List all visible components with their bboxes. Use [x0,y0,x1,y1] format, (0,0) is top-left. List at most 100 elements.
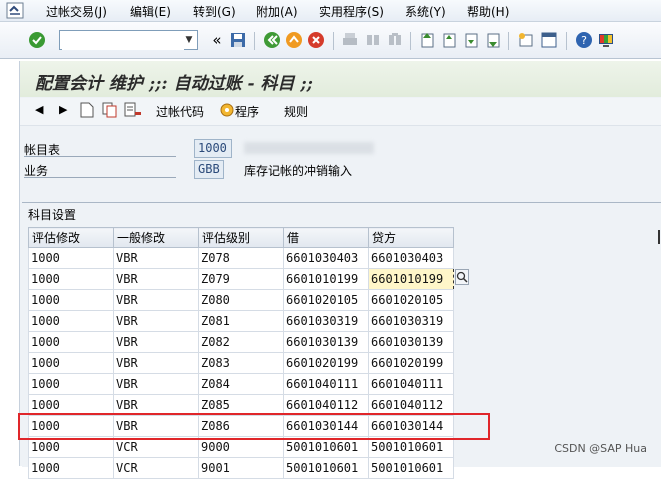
rules-button[interactable]: 规则 [284,103,308,120]
create-session-icon[interactable] [517,31,535,49]
chart-of-accounts-desc [244,142,374,154]
table-cell[interactable]: Z084 [198,373,284,395]
table-cell[interactable]: 1000 [28,457,114,479]
enter-icon[interactable] [28,31,46,49]
table-row[interactable]: 1000 VBR Z079 6601010199 6601010199 [28,268,454,290]
col-general-modifier[interactable]: 一般修改 [113,227,199,248]
table-row[interactable]: 1000 VBR Z083 6601020199 6601020199 [28,352,454,374]
transaction-desc: 库存记帐的冲销输入 [244,164,353,178]
table-cell[interactable]: VBR [113,373,199,395]
table-row[interactable]: 1000 VBR Z084 6601040111 6601040111 [28,373,454,395]
menu-goto[interactable]: 转到(G) [193,3,236,20]
previous-page-icon[interactable] [440,31,458,49]
program-button[interactable]: 程序 [235,103,259,120]
table-cell[interactable]: 6601010199 [283,268,369,290]
layout-menu-icon[interactable] [597,31,615,49]
table-cell[interactable]: 1000 [28,310,114,332]
cancel-icon[interactable] [307,31,325,49]
table-cell[interactable]: VBR [113,268,199,290]
account-table: 评估修改 一般修改 评估级别 借 贷方 1000 VBR Z078 660103040… [28,227,454,479]
table-cell[interactable]: 1000 [28,352,114,374]
table-cell[interactable]: 6601010199 [368,268,454,290]
table-cell[interactable]: 6601030139 [283,331,369,353]
menu-system[interactable]: 系统(Y) [405,3,446,20]
table-row[interactable]: 1000 VCR 9001 5001010601 5001010601 [28,457,454,479]
table-cell[interactable]: 6601020105 [283,289,369,311]
table-cell[interactable]: 6601020199 [283,352,369,374]
col-valuation-class[interactable]: 评估级别 [198,227,284,248]
splitter-handle[interactable] [658,230,660,244]
table-cell[interactable]: 6601030139 [368,331,454,353]
table-cell[interactable]: 1000 [28,331,114,353]
table-row[interactable]: 1000 VBR Z081 6601030319 6601030319 [28,310,454,332]
table-row[interactable]: 1000 VBR Z078 6601030403 6601030403 [28,247,454,269]
table-cell[interactable]: 6601030319 [368,310,454,332]
table-cell[interactable]: 6601030403 [283,247,369,269]
table-cell[interactable]: 6601020199 [368,352,454,374]
svg-text:?: ? [581,34,587,47]
back-icon[interactable] [263,31,281,49]
help-icon[interactable]: ? [575,31,593,49]
table-cell[interactable]: Z078 [198,247,284,269]
menu-edit[interactable]: 编辑(E) [130,3,171,20]
table-row[interactable]: 1000 VBR Z080 6601020105 6601020105 [28,289,454,311]
arrow-left-icon[interactable]: ◀ [35,103,43,116]
collapse-icon[interactable]: « [208,31,226,49]
table-row[interactable]: 1000 VBR Z082 6601030139 6601030139 [28,331,454,353]
watermark: CSDN @SAP Hua [554,442,647,455]
sap-menu-icon[interactable] [6,2,24,19]
table-cell[interactable]: VBR [113,310,199,332]
col-debit[interactable]: 借 [283,227,369,248]
table-cell[interactable]: VBR [113,331,199,353]
command-field[interactable]: ▼ [59,30,198,50]
menu-posting[interactable]: 过帐交易(J) [46,3,107,20]
chart-of-accounts-value[interactable]: 1000 [194,139,232,158]
table-cell[interactable]: VBR [113,352,199,374]
col-valuation-modifier[interactable]: 评估修改 [28,227,114,248]
table-cell[interactable]: Z083 [198,352,284,374]
arrow-right-icon[interactable]: ▶ [59,103,67,116]
first-page-icon[interactable] [418,31,436,49]
table-cell[interactable]: 6601040111 [283,373,369,395]
table-cell[interactable]: 5001010601 [368,457,454,479]
table-cell[interactable]: 1000 [28,373,114,395]
transaction-value[interactable]: GBB [194,160,224,179]
save-icon[interactable] [229,31,247,49]
table-cell[interactable]: 6601040111 [368,373,454,395]
table-cell[interactable]: VCR [113,457,199,479]
exit-icon[interactable] [285,31,303,49]
posting-code-button[interactable]: 过帐代码 [156,103,204,120]
delete-icon[interactable] [124,102,142,121]
table-cell[interactable]: 1000 [28,247,114,269]
table-cell[interactable]: Z079 [198,268,284,290]
menu-extras[interactable]: 附加(A) [256,3,298,20]
table-cell[interactable]: 1000 [28,268,114,290]
table-cell[interactable]: Z080 [198,289,284,311]
table-cell[interactable]: 9001 [198,457,284,479]
table-cell[interactable]: VBR [113,247,199,269]
table-cell[interactable]: 6601030403 [368,247,454,269]
col-credit[interactable]: 贷方 [368,227,454,248]
search-help-icon[interactable] [455,269,469,285]
table-cell[interactable]: 1000 [28,289,114,311]
next-page-icon[interactable] [462,31,480,49]
menu-utilities[interactable]: 实用程序(S) [319,3,384,20]
copy-as-icon[interactable] [102,102,118,121]
title-bar: 配置会计 维护 ;;: 自动过账 - 科目 ;; [20,61,661,97]
table-cell[interactable]: 5001010601 [283,457,369,479]
new-entries-icon[interactable] [80,102,94,121]
table-cell[interactable]: Z081 [198,310,284,332]
table-cell[interactable]: VBR [113,289,199,311]
table-cell[interactable]: Z082 [198,331,284,353]
transaction-label: 业务 [24,162,176,178]
find-next-icon [386,31,404,49]
program-icon[interactable] [220,102,234,121]
last-page-icon[interactable] [484,31,502,49]
command-input[interactable] [62,32,184,50]
menu-help[interactable]: 帮助(H) [467,3,509,20]
table-cell[interactable]: 6601020105 [368,289,454,311]
menu-bar: 过帐交易(J) 编辑(E) 转到(G) 附加(A) 实用程序(S) 系统(Y) … [0,0,661,22]
table-cell[interactable]: 6601030319 [283,310,369,332]
chevron-down-icon[interactable]: ▼ [181,31,197,49]
shortcut-icon[interactable] [540,31,558,49]
